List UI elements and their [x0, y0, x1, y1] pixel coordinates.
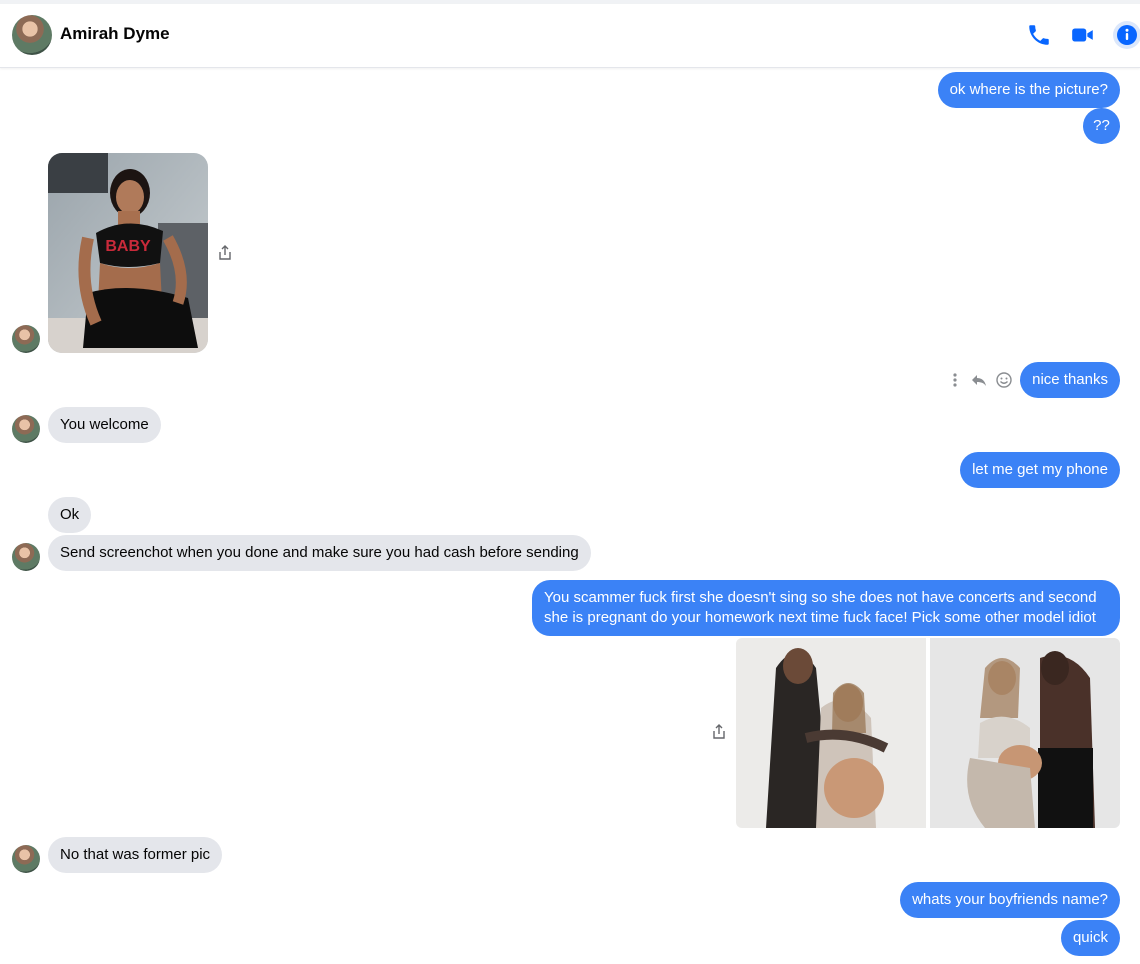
share-icon[interactable]	[710, 723, 728, 741]
incoming-message[interactable]: Ok	[48, 497, 92, 533]
incoming-message[interactable]: No that was former pic	[48, 837, 223, 873]
reply-icon[interactable]	[970, 371, 988, 394]
outgoing-message[interactable]: let me get my phone	[960, 452, 1120, 488]
conversation-header: Amirah Dyme	[0, 4, 1140, 68]
outgoing-message[interactable]: You scammer fuck first she doesn't sing …	[532, 580, 1120, 636]
contact-name[interactable]: Amirah Dyme	[60, 24, 170, 44]
incoming-photo[interactable]: BABY	[48, 153, 208, 353]
contact-avatar-small[interactable]	[12, 845, 40, 873]
contact-avatar-small[interactable]	[12, 325, 40, 353]
contact-avatar-small[interactable]	[12, 543, 40, 571]
contact-avatar-small[interactable]	[12, 415, 40, 443]
message-actions	[948, 369, 1014, 391]
contact-avatar[interactable]	[12, 15, 52, 55]
phone-icon[interactable]	[1026, 22, 1052, 48]
outgoing-photo[interactable]	[930, 638, 1120, 828]
outgoing-message[interactable]: whats your boyfriends name?	[900, 882, 1120, 918]
info-icon[interactable]	[1113, 21, 1140, 49]
outgoing-message[interactable]: nice thanks	[1020, 362, 1120, 398]
share-icon[interactable]	[216, 244, 234, 262]
outgoing-message[interactable]: quick	[1060, 920, 1120, 956]
shirt-text: BABY	[105, 238, 151, 255]
react-emoji-icon[interactable]	[995, 371, 1013, 394]
incoming-message[interactable]: You welcome	[48, 407, 161, 443]
more-options-icon[interactable]	[948, 371, 962, 394]
outgoing-photo[interactable]	[736, 638, 926, 828]
outgoing-message[interactable]: ??	[1083, 108, 1120, 144]
outgoing-message[interactable]: ok where is the picture?	[937, 72, 1120, 108]
video-call-icon[interactable]	[1070, 22, 1096, 48]
incoming-message[interactable]: Send screenchot when you done and make s…	[48, 535, 591, 571]
